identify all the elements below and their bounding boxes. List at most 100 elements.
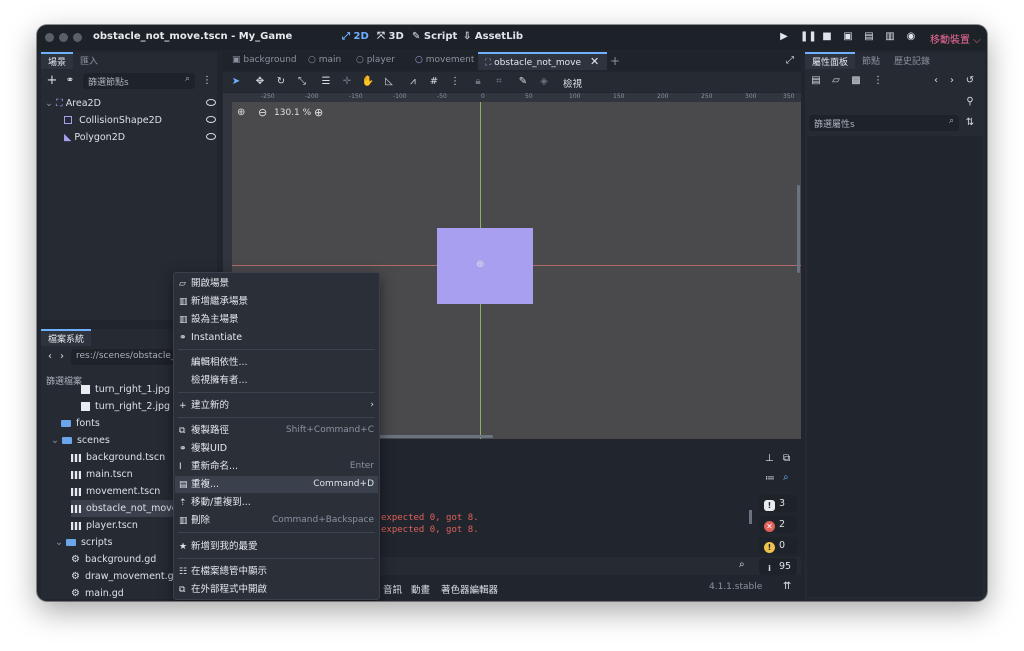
mode-assetlib-button[interactable]: ⇩ AssetLib — [463, 31, 523, 42]
menu-item-edit-dependencies[interactable]: 編輯相依性... — [175, 354, 378, 371]
error-count-badge[interactable]: ✕ 2 — [759, 516, 797, 533]
smart-snap-icon[interactable]: ⩘ — [406, 75, 420, 89]
menu-item-copy-path[interactable]: ⧉ 複製路徑 Shift+Command+C — [175, 422, 378, 439]
close-window-button[interactable] — [45, 33, 54, 42]
center-view-icon[interactable]: ⊕ — [237, 107, 245, 118]
tab-movement[interactable]: ○ movement — [408, 53, 481, 67]
tab-shader-editor[interactable]: 著色器編輯器 — [441, 582, 498, 596]
new-resource-icon[interactable]: ▤ — [809, 74, 823, 88]
camera-icon[interactable]: ◈ — [537, 75, 551, 89]
menu-item-rename[interactable]: I 重新命名... Enter — [175, 458, 378, 475]
tab-history[interactable]: 歷史記錄 — [887, 52, 937, 69]
horizontal-scrollbar[interactable] — [373, 435, 493, 438]
play-icon[interactable]: ▶ — [778, 31, 790, 43]
more-icon[interactable]: ⋮ — [200, 74, 214, 88]
bone-icon[interactable]: ✎ — [516, 75, 530, 89]
clear-output-icon[interactable]: ⊥ — [765, 453, 774, 464]
menu-item-new-inherited-scene[interactable]: ▥ 新增繼承場景 — [175, 293, 378, 310]
tab-scene[interactable]: 場景 — [41, 52, 74, 69]
ruler-icon[interactable]: ◺ — [382, 75, 396, 89]
recent-history-icon[interactable]: ↺ — [963, 74, 977, 88]
menu-item-move-to[interactable]: ⇡ 移動/重複到... — [175, 494, 378, 511]
save-icon[interactable]: ▩ — [849, 74, 863, 88]
fullscreen-icon[interactable]: ⤢ — [783, 54, 797, 68]
link-icon[interactable]: ⚭ — [63, 74, 77, 88]
mode-script-button[interactable]: ✎ Script — [412, 31, 457, 42]
copy-icon[interactable]: ⧉ — [783, 453, 790, 464]
menu-item-copy-uid[interactable]: ⚭ 複製UID — [175, 440, 378, 457]
play-scene-icon[interactable]: ▤ — [863, 31, 875, 43]
more-icon[interactable]: ⋮ — [448, 75, 462, 89]
menu-item-instantiate[interactable]: ⚭ Instantiate — [175, 329, 378, 346]
tab-obstacle-not-move[interactable]: ⛶ obstacle_not_move ✕ — [478, 52, 608, 70]
rotate-mode-icon[interactable]: ↻ — [274, 75, 288, 89]
collapse-icon[interactable]: ≔ — [765, 473, 775, 484]
property-filter-input[interactable]: 篩選屬性s ⌕ — [809, 115, 959, 131]
pause-icon[interactable]: ❚❚ — [800, 31, 817, 43]
menu-item-create-new[interactable]: + 建立新的 › — [175, 397, 378, 414]
mode-3d-button[interactable]: ⤧ 3D — [377, 31, 404, 42]
remote-debug-icon[interactable]: ▣ — [842, 31, 854, 43]
grid-snap-icon[interactable]: # — [427, 75, 441, 89]
visibility-eye-icon[interactable] — [206, 99, 216, 106]
vertical-scrollbar[interactable] — [797, 185, 800, 273]
play-custom-scene-icon[interactable]: ▥ — [884, 31, 896, 43]
scale-mode-icon[interactable]: ⤡ — [295, 75, 309, 89]
tab-inspector[interactable]: 屬性面板 — [805, 52, 856, 69]
object-properties-icon[interactable]: ⚲ — [963, 95, 977, 109]
move-mode-icon[interactable]: ✥ — [253, 75, 267, 89]
close-tab-icon[interactable]: ✕ — [590, 55, 599, 68]
file-filter-input[interactable]: 篩選檔案 — [46, 374, 82, 387]
menu-item-view-owners[interactable]: 檢視擁有者... — [175, 372, 378, 389]
zoom-level[interactable]: 130.1 % — [274, 108, 311, 118]
zoom-out-icon[interactable]: ⊖ — [258, 106, 267, 119]
output-scrollbar[interactable] — [749, 510, 752, 524]
menu-item-delete[interactable]: ▥ 刪除 Command+Backspace — [175, 512, 378, 529]
search-icon[interactable]: ⌕ — [739, 559, 745, 570]
menu-item-open-scene[interactable]: ▱ 開啟場景 — [175, 275, 378, 292]
warning-count-badge[interactable]: ! 0 — [759, 537, 797, 554]
tab-animation[interactable]: 動畫 — [411, 582, 430, 596]
tab-main[interactable]: ○ main — [301, 53, 348, 67]
open-folder-icon[interactable]: ▱ — [829, 74, 843, 88]
tab-audio[interactable]: 音訊 — [383, 582, 402, 596]
pan-hand-icon[interactable]: ✋ — [361, 75, 375, 89]
pivot-icon[interactable]: ✛ — [340, 75, 354, 89]
menu-item-duplicate[interactable]: ▤ 重複... Command+D — [175, 476, 378, 493]
tab-background[interactable]: ▣ background — [225, 53, 304, 67]
menu-item-set-main-scene[interactable]: ▥ 設為主場景 — [175, 311, 378, 328]
pivot-handle-icon[interactable]: ⊕ — [476, 259, 484, 270]
sort-options-icon[interactable]: ⇅ — [963, 116, 977, 130]
visibility-eye-icon[interactable] — [206, 116, 216, 123]
scene-filter-input[interactable]: 篩選節點s ⌕ — [83, 73, 195, 89]
history-back-icon[interactable]: ‹ — [929, 74, 943, 88]
tree-node-polygon2d[interactable]: ◣ Polygon2D — [45, 129, 221, 146]
more-icon[interactable]: ⋮ — [871, 74, 885, 88]
list-item[interactable]: ⌄ scenes — [51, 432, 191, 449]
add-node-icon[interactable]: + — [45, 74, 59, 88]
tree-node-area2d[interactable]: ⌄ ⛶ Area2D — [45, 95, 216, 112]
tab-filesystem[interactable]: 檔案系統 — [41, 329, 92, 346]
tab-player[interactable]: ○ player — [349, 53, 402, 67]
list-select-icon[interactable]: ☰ — [319, 75, 333, 89]
group-icon[interactable]: ⌗ — [492, 75, 506, 89]
message-count-badge[interactable]: ! 3 — [759, 495, 797, 512]
zoom-window-button[interactable] — [73, 33, 82, 42]
minimize-window-button[interactable] — [59, 33, 68, 42]
movie-maker-icon[interactable]: ◉ — [905, 31, 917, 43]
menu-item-add-favorite[interactable]: ★ 新增到我的最愛 — [175, 538, 378, 555]
select-mode-icon[interactable]: ➤ — [229, 75, 243, 89]
tab-node[interactable]: 節點 — [855, 52, 887, 69]
search-output-icon[interactable]: ⌕ — [783, 472, 789, 483]
polygon-shape[interactable] — [437, 228, 533, 304]
tab-import[interactable]: 匯入 — [73, 52, 105, 69]
stop-icon[interactable]: ■ — [821, 31, 833, 43]
mode-2d-button[interactable]: ⤢ 2D — [342, 31, 369, 42]
visibility-eye-icon[interactable] — [206, 133, 216, 140]
renderer-dropdown[interactable]: 移動裝置 ⌵ — [930, 31, 981, 46]
tree-node-collisionshape2d[interactable]: CollisionShape2D — [45, 112, 221, 129]
lock-icon[interactable]: 🔒︎ — [471, 75, 485, 89]
menu-item-show-in-file-manager[interactable]: ☷ 在檔案總管中顯示 — [175, 563, 378, 580]
view-menu[interactable]: 檢視 — [563, 76, 582, 90]
new-tab-icon[interactable]: + — [603, 52, 627, 70]
